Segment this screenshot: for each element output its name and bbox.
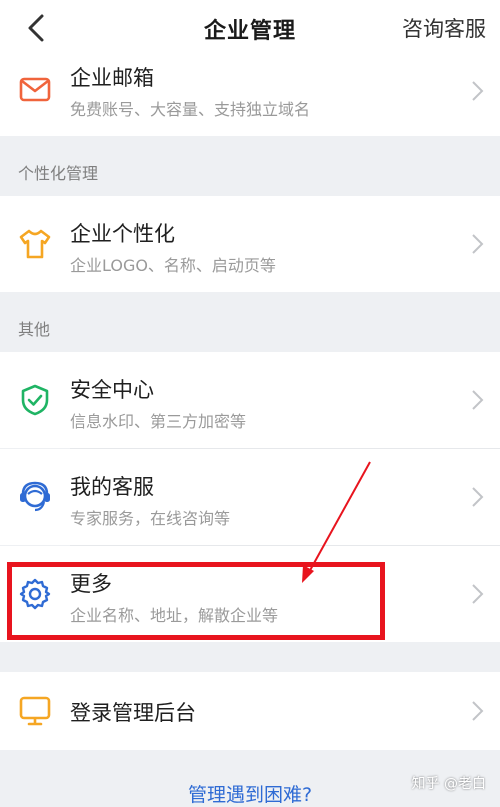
item-subtitle: 企业LOGO、名称、启动页等 [70, 256, 276, 275]
item-title: 安全中心 [70, 378, 154, 402]
chevron-right-icon [472, 234, 484, 254]
section-header-other: 其他 [18, 320, 51, 339]
gear-icon [19, 578, 51, 610]
item-subtitle: 企业名称、地址，解散企业等 [70, 606, 279, 625]
headset-icon [20, 481, 50, 512]
mail-icon [19, 77, 51, 102]
item-title: 企业邮箱 [70, 66, 154, 90]
item-title: 企业个性化 [70, 222, 175, 246]
tshirt-icon [19, 229, 51, 259]
chevron-right-icon [472, 487, 484, 507]
nav-header: 企业管理 咨询客服 [0, 0, 500, 58]
item-title: 登录管理后台 [70, 701, 196, 725]
list-item-enterprise-personalization[interactable]: 企业个性化 企业LOGO、名称、启动页等 [0, 196, 500, 292]
page-title: 企业管理 [203, 19, 296, 44]
item-subtitle: 专家服务，在线咨询等 [70, 509, 231, 528]
item-title: 我的客服 [70, 475, 154, 499]
chevron-right-icon [472, 584, 484, 604]
item-title: 更多 [70, 572, 112, 596]
section-header-personalization: 个性化管理 [18, 164, 99, 183]
item-subtitle: 免费账号、大容量、支持独立域名 [70, 100, 311, 119]
item-subtitle: 信息水印、第三方加密等 [70, 412, 247, 431]
consult-service-button[interactable]: 咨询客服 [402, 13, 486, 43]
back-arrow-icon[interactable] [22, 12, 52, 44]
list-item-security-center[interactable]: 安全中心 信息水印、第三方加密等 [0, 352, 500, 448]
chevron-right-icon [472, 701, 484, 721]
watermark: 知乎 @老白 [411, 776, 486, 792]
monitor-icon [19, 696, 51, 726]
list-item-admin-console[interactable]: 登录管理后台 [0, 672, 500, 750]
chevron-right-icon [472, 390, 484, 410]
list-item-my-service[interactable]: 我的客服 专家服务，在线咨询等 [0, 449, 500, 545]
list-item-enterprise-mail[interactable]: 企业邮箱 免费账号、大容量、支持独立域名 [0, 58, 500, 136]
list-item-more[interactable]: 更多 企业名称、地址，解散企业等 [0, 546, 500, 642]
shield-check-icon [21, 384, 49, 416]
chevron-right-icon [472, 81, 484, 101]
